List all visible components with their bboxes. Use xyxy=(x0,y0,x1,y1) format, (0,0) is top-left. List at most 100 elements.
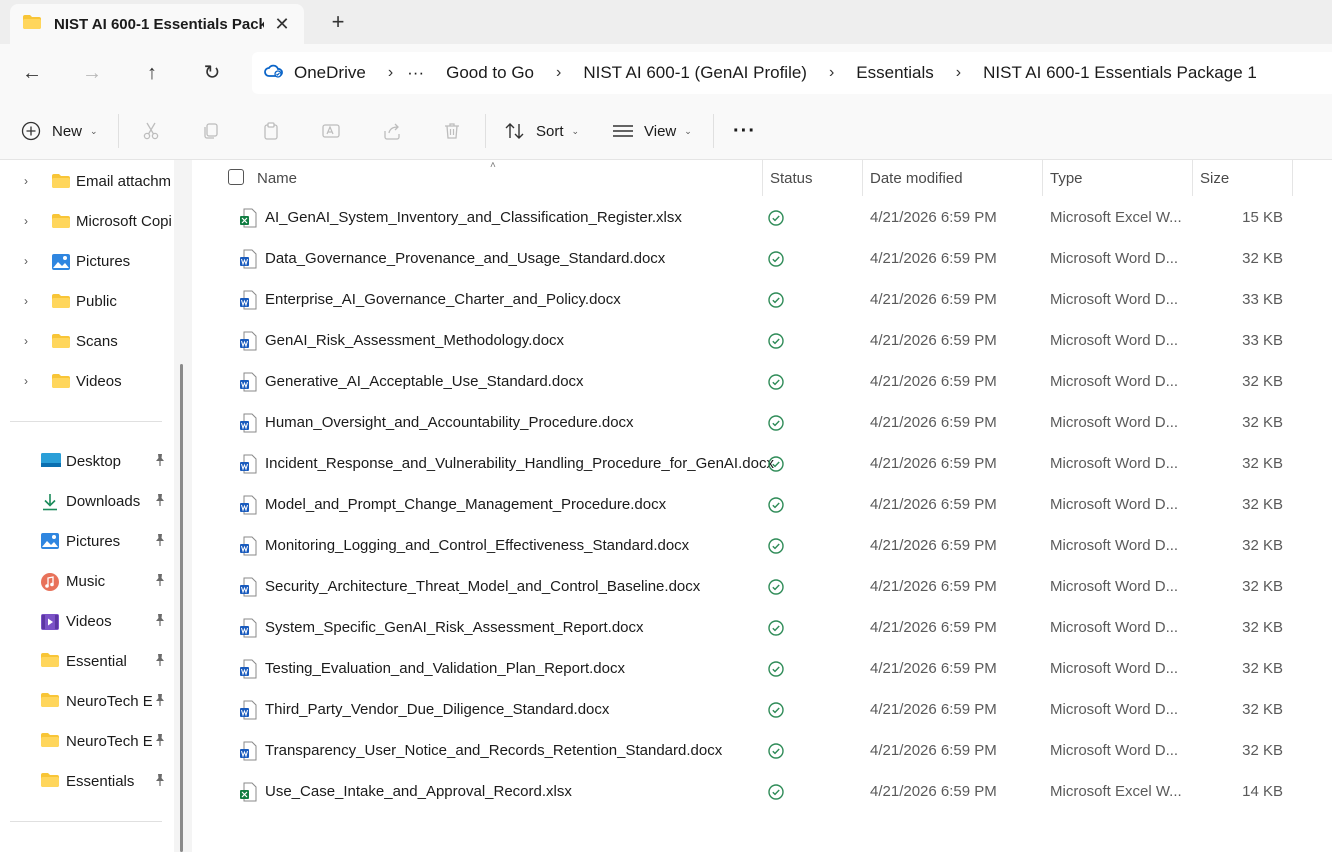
file-row[interactable]: System_Specific_GenAI_Risk_Assessment_Re… xyxy=(192,608,1332,649)
pin-icon[interactable] xyxy=(154,773,166,790)
file-size: 14 KB xyxy=(1242,783,1283,800)
quick-access-item[interactable]: Videos xyxy=(0,606,174,636)
quick-access-item[interactable]: NeuroTech Et xyxy=(0,726,174,756)
new-tab-button[interactable]: + xyxy=(326,10,350,34)
sidebar-tree-item[interactable]: › Pictures xyxy=(0,246,174,276)
file-row[interactable]: AI_GenAI_System_Inventory_and_Classifica… xyxy=(192,198,1332,239)
word-file-icon xyxy=(239,413,257,437)
file-name: System_Specific_GenAI_Risk_Assessment_Re… xyxy=(265,619,644,636)
column-divider[interactable] xyxy=(1192,160,1193,196)
sidebar-tree-item[interactable]: › Videos xyxy=(0,366,174,396)
sidebar-tree-item[interactable]: › Microsoft Copi xyxy=(0,206,174,236)
pin-icon[interactable] xyxy=(154,693,166,710)
column-header-status[interactable]: Status xyxy=(770,170,813,187)
file-row[interactable]: Enterprise_AI_Governance_Charter_and_Pol… xyxy=(192,280,1332,321)
chevron-right-icon[interactable]: › xyxy=(956,64,961,82)
delete-button[interactable] xyxy=(441,119,463,143)
column-header-type[interactable]: Type xyxy=(1050,170,1083,187)
file-row[interactable]: Data_Governance_Provenance_and_Usage_Sta… xyxy=(192,239,1332,280)
file-row[interactable]: Incident_Response_and_Vulnerability_Hand… xyxy=(192,444,1332,485)
column-header-size[interactable]: Size xyxy=(1200,170,1229,187)
select-all-checkbox[interactable] xyxy=(228,169,244,185)
sidebar-scrollbar[interactable] xyxy=(180,364,183,852)
quick-access-item[interactable]: NeuroTech Et xyxy=(0,686,174,716)
file-row[interactable]: Security_Architecture_Threat_Model_and_C… xyxy=(192,567,1332,608)
breadcrumb-overflow[interactable]: ··· xyxy=(407,63,424,83)
sidebar-item-label: Videos xyxy=(66,612,112,630)
back-arrow-icon[interactable]: ← xyxy=(17,58,47,88)
column-header-date[interactable]: Date modified xyxy=(870,170,963,187)
chevron-right-icon[interactable]: › xyxy=(556,64,561,82)
chevron-right-icon[interactable]: › xyxy=(388,64,393,82)
file-row[interactable]: Generative_AI_Acceptable_Use_Standard.do… xyxy=(192,362,1332,403)
more-options-button[interactable]: ··· xyxy=(733,119,756,143)
pane-splitter[interactable] xyxy=(174,160,192,852)
new-button[interactable]: New ⌄ xyxy=(20,119,98,143)
breadcrumb-essentials[interactable]: Essentials xyxy=(856,63,933,83)
chevron-right-icon[interactable]: › xyxy=(24,374,28,388)
column-divider[interactable] xyxy=(1042,160,1043,196)
breadcrumb-good-to-go[interactable]: Good to Go xyxy=(446,63,534,83)
view-lines-icon xyxy=(612,120,634,142)
synced-check-icon xyxy=(768,251,784,271)
file-row[interactable]: Model_and_Prompt_Change_Management_Proce… xyxy=(192,485,1332,526)
close-icon[interactable]: ✕ xyxy=(272,14,292,34)
pin-icon[interactable] xyxy=(154,533,166,550)
breadcrumb-onedrive[interactable]: OneDrive xyxy=(294,63,366,83)
breadcrumb-current-folder[interactable]: NIST AI 600-1 Essentials Package 1 xyxy=(983,63,1257,83)
quick-access-item[interactable]: Downloads xyxy=(0,486,174,516)
chevron-right-icon[interactable]: › xyxy=(829,64,834,82)
file-name: Security_Architecture_Threat_Model_and_C… xyxy=(265,578,701,595)
toolbar-divider xyxy=(118,114,119,148)
chevron-right-icon[interactable]: › xyxy=(24,294,28,308)
breadcrumb-nist-genai-profile[interactable]: NIST AI 600-1 (GenAI Profile) xyxy=(583,63,807,83)
column-header-name[interactable]: Name xyxy=(257,170,297,187)
refresh-icon[interactable]: ↻ xyxy=(197,58,227,88)
sidebar-tree-item[interactable]: › Email attachm xyxy=(0,166,174,196)
quick-access-item[interactable]: Essentials xyxy=(0,766,174,796)
view-button[interactable]: View ⌄ xyxy=(612,119,692,143)
copy-button[interactable] xyxy=(200,119,222,143)
sidebar-tree-item[interactable]: › Public xyxy=(0,286,174,316)
file-row[interactable]: GenAI_Risk_Assessment_Methodology.docx 4/… xyxy=(192,321,1332,362)
forward-arrow-icon[interactable]: → xyxy=(77,58,107,88)
cut-button[interactable] xyxy=(140,119,162,143)
pin-icon[interactable] xyxy=(154,653,166,670)
file-row[interactable]: Transparency_User_Notice_and_Records_Ret… xyxy=(192,731,1332,772)
navigation-pane: › Email attachm › Microsoft Copi › Pictures › P… xyxy=(0,160,174,852)
pin-icon[interactable] xyxy=(154,453,166,470)
sort-button[interactable]: Sort ⌄ xyxy=(504,119,579,143)
pin-icon[interactable] xyxy=(154,613,166,630)
videos-icon xyxy=(40,612,60,632)
chevron-right-icon[interactable]: › xyxy=(24,334,28,348)
share-button[interactable] xyxy=(381,119,403,143)
file-row[interactable]: Testing_Evaluation_and_Validation_Plan_R… xyxy=(192,649,1332,690)
pin-icon[interactable] xyxy=(154,493,166,510)
chevron-right-icon[interactable]: › xyxy=(24,254,28,268)
file-row[interactable]: Monitoring_Logging_and_Control_Effective… xyxy=(192,526,1332,567)
quick-access-item[interactable]: Music xyxy=(0,566,174,596)
pin-icon[interactable] xyxy=(154,573,166,590)
sidebar-tree-item[interactable]: › Scans xyxy=(0,326,174,356)
quick-access-item[interactable]: Desktop xyxy=(0,446,174,476)
paste-button[interactable] xyxy=(260,119,282,143)
column-divider[interactable] xyxy=(1292,160,1293,196)
column-divider[interactable] xyxy=(862,160,863,196)
chevron-right-icon[interactable]: › xyxy=(24,174,28,188)
new-label: New xyxy=(52,122,83,140)
excel-file-icon xyxy=(239,208,257,232)
file-row[interactable]: Human_Oversight_and_Accountability_Proce… xyxy=(192,403,1332,444)
rename-button[interactable] xyxy=(320,119,342,143)
tab-current-folder[interactable]: NIST AI 600-1 Essentials Packa ✕ xyxy=(10,4,304,44)
synced-check-icon xyxy=(768,661,784,681)
breadcrumb[interactable]: OneDrive › ··· Good to Go › NIST AI 600-… xyxy=(252,52,1332,94)
file-row[interactable]: Use_Case_Intake_and_Approval_Record.xlsx… xyxy=(192,772,1332,813)
pin-icon[interactable] xyxy=(154,733,166,750)
column-divider[interactable] xyxy=(762,160,763,196)
chevron-right-icon[interactable]: › xyxy=(24,214,28,228)
file-size: 32 KB xyxy=(1242,701,1283,718)
up-arrow-icon[interactable]: ↑ xyxy=(137,58,167,88)
quick-access-item[interactable]: Essential xyxy=(0,646,174,676)
quick-access-item[interactable]: Pictures xyxy=(0,526,174,556)
file-row[interactable]: Third_Party_Vendor_Due_Diligence_Standar… xyxy=(192,690,1332,731)
